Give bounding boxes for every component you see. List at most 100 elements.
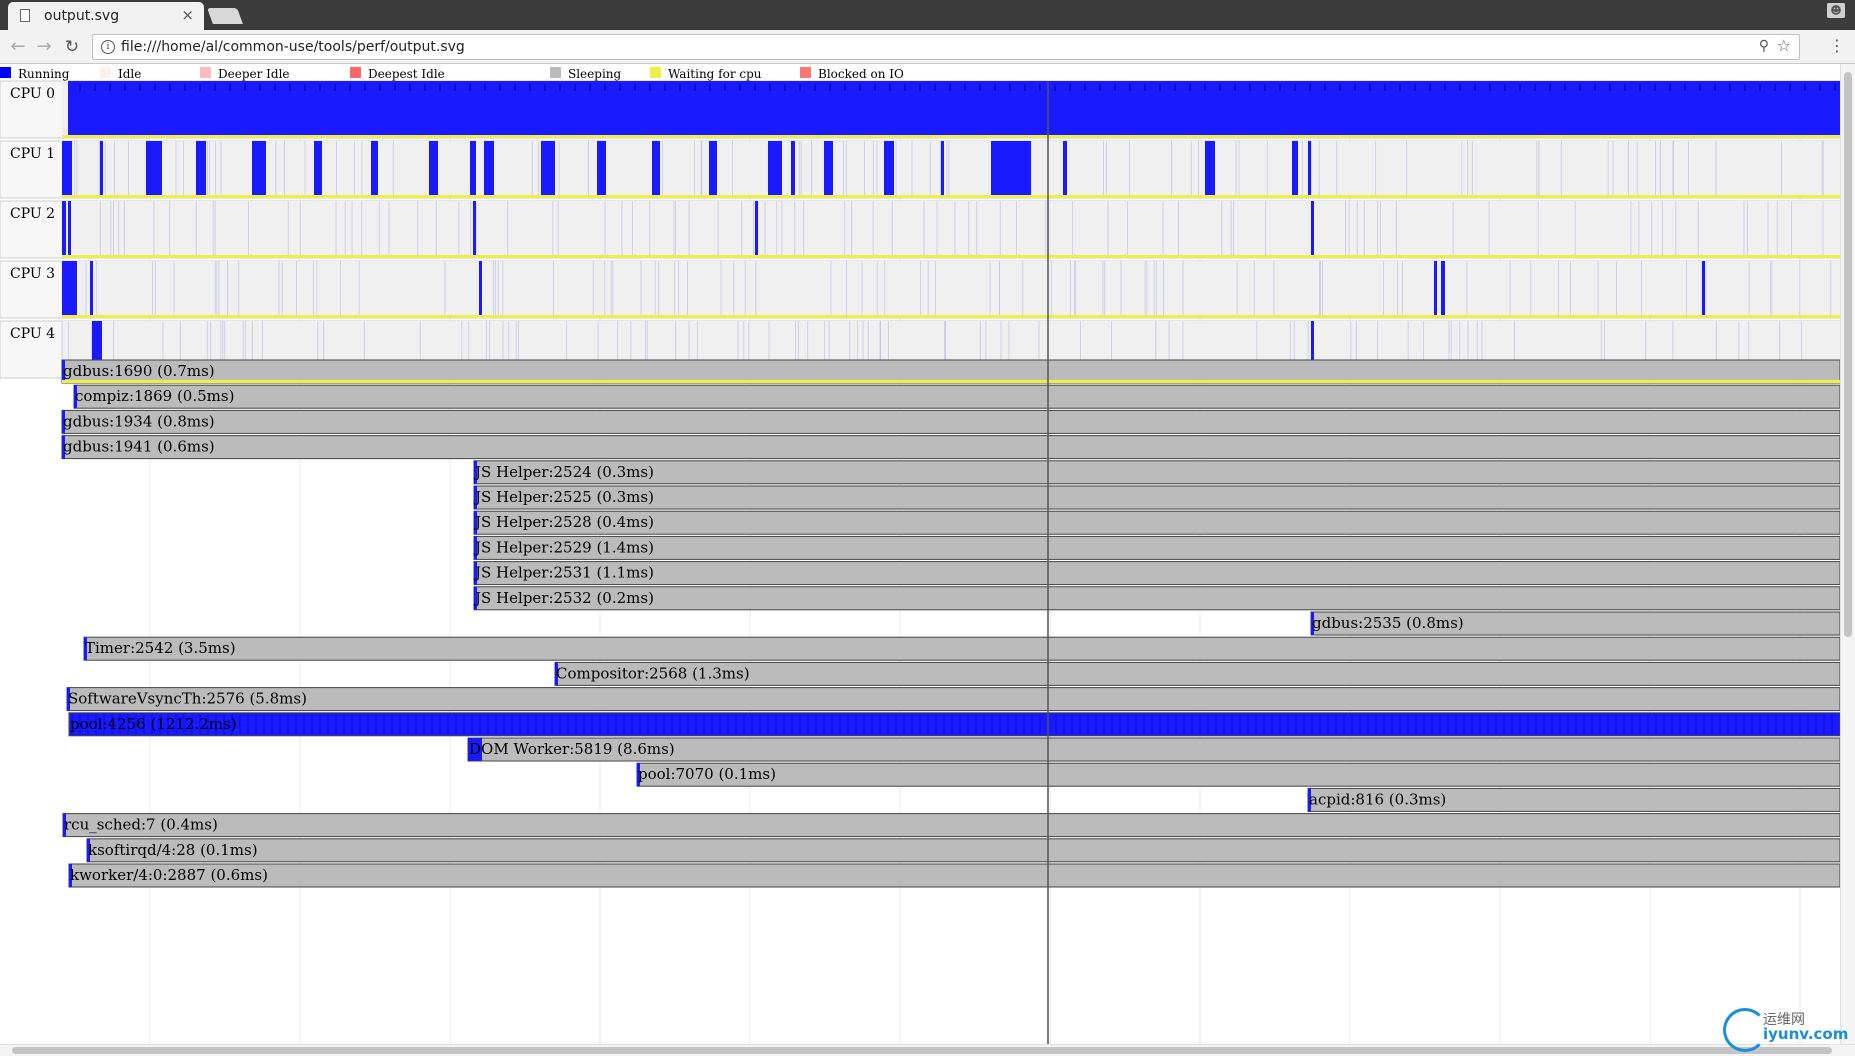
task-row[interactable]: SoftwareVsyncTh:2576 (5.8ms) bbox=[66, 687, 1840, 712]
horizontal-scrollbar-thumb[interactable] bbox=[12, 1047, 1832, 1054]
task-bar[interactable] bbox=[68, 863, 1840, 888]
task-bar[interactable] bbox=[62, 813, 1840, 838]
task-row[interactable]: pool:7070 (0.1ms) bbox=[636, 762, 1840, 787]
task-label: gdbus:1690 (0.7ms) bbox=[63, 362, 215, 380]
vertical-scrollbar-thumb[interactable] bbox=[1844, 72, 1852, 637]
cpu-running-block bbox=[252, 141, 266, 195]
task-bar[interactable] bbox=[86, 838, 1840, 863]
vertical-scrollbar[interactable] bbox=[1840, 64, 1855, 1044]
task-row[interactable]: JS Helper:2532 (0.2ms) bbox=[473, 586, 1840, 611]
back-button[interactable]: ← bbox=[8, 37, 28, 57]
cpu-rows: CPU 0 CPU 1 CPU 2 CPU 3 CPU 4 bbox=[0, 80, 1840, 379]
cpu-running-block bbox=[1311, 201, 1314, 255]
legend-item-label: Idle bbox=[118, 67, 141, 81]
cpu-label: CPU 0 bbox=[10, 86, 55, 102]
task-bar[interactable] bbox=[473, 460, 1840, 485]
bookmark-star-icon[interactable]: ☆ bbox=[1777, 36, 1791, 55]
cpu-running-block bbox=[196, 141, 206, 195]
task-row[interactable]: ksoftirqd/4:28 (0.1ms) bbox=[86, 838, 1840, 863]
task-row[interactable]: gdbus:1934 (0.8ms) bbox=[61, 409, 1840, 434]
task-row[interactable]: JS Helper:2528 (0.4ms) bbox=[473, 510, 1840, 535]
zoom-icon[interactable]: ⚲ bbox=[1759, 38, 1769, 54]
url-text[interactable]: file:///home/al/common-use/tools/perf/ou… bbox=[121, 39, 465, 55]
task-row[interactable]: pool:4256 (1212.2ms) bbox=[68, 712, 1840, 737]
task-bar[interactable] bbox=[61, 409, 1840, 434]
task-label: JS Helper:2525 (0.3ms) bbox=[473, 488, 654, 506]
watermark-site: iyunv.com bbox=[1763, 1025, 1849, 1043]
task-bar[interactable] bbox=[68, 712, 1840, 737]
task-label: JS Helper:2531 (1.1ms) bbox=[473, 564, 654, 582]
task-row[interactable]: Compositor:2568 (1.3ms) bbox=[554, 661, 1840, 686]
forward-button[interactable]: → bbox=[34, 37, 54, 57]
task-bar[interactable] bbox=[73, 384, 1840, 409]
task-bar[interactable] bbox=[473, 586, 1840, 611]
cpu-running-block bbox=[90, 261, 93, 315]
legend: Running Idle Deeper Idle Deepest Idle Sleepi… bbox=[0, 67, 904, 81]
task-row[interactable]: kworker/4:0:2887 (0.6ms) bbox=[68, 863, 1840, 888]
cpu-row: CPU 2 bbox=[0, 200, 1840, 259]
cpu-running-block bbox=[652, 141, 660, 195]
menu-button[interactable]: ⋮ bbox=[1829, 36, 1845, 55]
task-bar[interactable] bbox=[473, 485, 1840, 510]
legend-swatch bbox=[200, 67, 211, 78]
legend-swatch bbox=[650, 67, 661, 78]
task-bar[interactable] bbox=[61, 359, 1840, 384]
task-label: rcu_sched:7 (0.4ms) bbox=[64, 816, 218, 834]
cpu-row: CPU 1 bbox=[0, 140, 1840, 199]
cpu-label: CPU 3 bbox=[10, 266, 55, 282]
cpu-running-block bbox=[1063, 141, 1067, 195]
task-bar[interactable] bbox=[473, 535, 1840, 560]
timechart-viewport[interactable]: Running Idle Deeper Idle Deepest Idle Sleepi… bbox=[0, 64, 1840, 1044]
task-label: SoftwareVsyncTh:2576 (5.8ms) bbox=[68, 690, 307, 708]
cpu-label: CPU 1 bbox=[10, 146, 55, 162]
cpu-running-block bbox=[991, 141, 1031, 195]
legend-item-label: Deeper Idle bbox=[218, 67, 290, 81]
task-row[interactable]: rcu_sched:7 (0.4ms) bbox=[62, 813, 1840, 838]
close-tab-icon[interactable]: × bbox=[181, 6, 194, 24]
new-tab-button[interactable] bbox=[207, 8, 243, 24]
task-row[interactable]: gdbus:1690 (0.7ms) bbox=[61, 359, 1840, 384]
task-row[interactable]: Timer:2542 (3.5ms) bbox=[83, 636, 1840, 661]
task-label: pool:4256 (1212.2ms) bbox=[70, 715, 237, 733]
task-bar[interactable] bbox=[83, 636, 1840, 661]
task-row[interactable]: DOM Worker:5819 (8.6ms) bbox=[467, 737, 1840, 762]
task-label: pool:7070 (0.1ms) bbox=[638, 765, 776, 783]
legend-item-label: Blocked on IO bbox=[818, 67, 904, 81]
legend-item-label: Waiting for cpu bbox=[668, 67, 762, 81]
cpu-running-block bbox=[429, 141, 438, 195]
task-bar[interactable] bbox=[61, 435, 1840, 460]
reload-button[interactable]: ↻ bbox=[62, 37, 82, 57]
horizontal-scrollbar[interactable] bbox=[0, 1044, 1855, 1056]
profile-icon[interactable]: ☻ bbox=[1827, 3, 1845, 18]
cpu-running-block bbox=[824, 141, 833, 195]
cpu-running-block bbox=[62, 141, 72, 195]
task-row[interactable]: JS Helper:2524 (0.3ms) bbox=[473, 460, 1840, 485]
cpu-running-block bbox=[755, 201, 758, 255]
task-row[interactable]: acpid:816 (0.3ms) bbox=[1307, 787, 1840, 812]
task-row[interactable]: gdbus:1941 (0.6ms) bbox=[61, 435, 1840, 460]
task-label: JS Helper:2528 (0.4ms) bbox=[473, 513, 654, 531]
task-row[interactable]: gdbus:2535 (0.8ms) bbox=[1310, 611, 1840, 636]
cpu-running-block bbox=[791, 141, 795, 195]
task-bar[interactable] bbox=[636, 762, 1840, 787]
legend-item-label: Running bbox=[18, 67, 70, 81]
task-row[interactable]: JS Helper:2531 (1.1ms) bbox=[473, 561, 1840, 586]
task-row[interactable]: JS Helper:2529 (1.4ms) bbox=[473, 535, 1840, 560]
task-row[interactable]: JS Helper:2525 (0.3ms) bbox=[473, 485, 1840, 510]
task-bar[interactable] bbox=[66, 687, 1840, 712]
task-bar[interactable] bbox=[473, 561, 1840, 586]
task-rows: gdbus:1690 (0.7ms) compiz:1869 (0.5ms) gdb… bbox=[61, 359, 1840, 888]
cpu-running-block bbox=[941, 141, 944, 195]
task-row[interactable]: compiz:1869 (0.5ms) bbox=[73, 384, 1840, 409]
cpu-running-block bbox=[473, 201, 476, 255]
task-label: gdbus:2535 (0.8ms) bbox=[1312, 614, 1464, 632]
cpu-running-block bbox=[1205, 141, 1215, 195]
task-label: JS Helper:2524 (0.3ms) bbox=[473, 463, 654, 481]
cpu-running-block bbox=[62, 201, 66, 255]
address-bar[interactable]: i file:///home/al/common-use/tools/perf/… bbox=[92, 34, 1800, 60]
info-icon[interactable]: i bbox=[101, 40, 115, 54]
legend-swatch bbox=[800, 67, 811, 78]
task-bar[interactable] bbox=[473, 510, 1840, 535]
browser-tab[interactable]: output.svg × bbox=[8, 2, 204, 30]
cpu-idle-area bbox=[62, 261, 1840, 315]
